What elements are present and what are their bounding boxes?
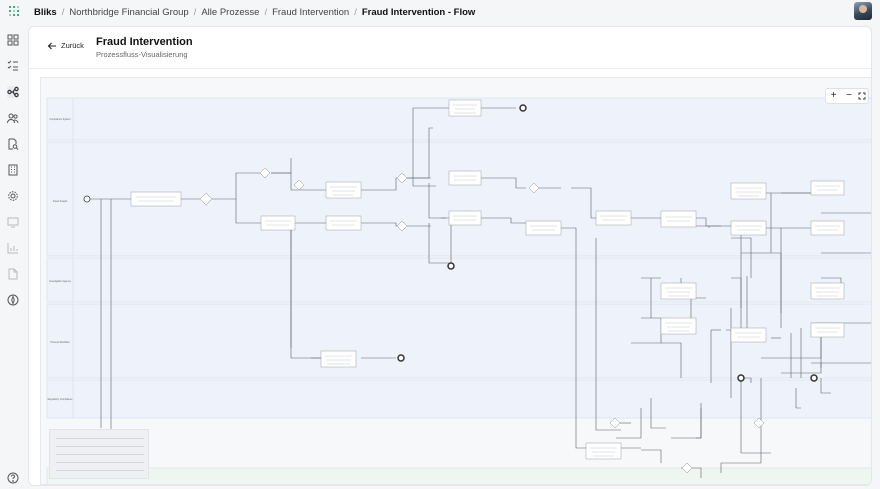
bliks-logo-icon[interactable] bbox=[8, 5, 22, 19]
back-button[interactable]: Zurück bbox=[47, 41, 84, 50]
dashboard-icon[interactable] bbox=[7, 34, 19, 46]
minimap-line bbox=[56, 462, 144, 463]
document-icon[interactable] bbox=[7, 268, 19, 280]
breadcrumb-separator: / bbox=[61, 6, 65, 18]
user-avatar[interactable] bbox=[854, 2, 872, 20]
lane-label: Fraud Analyst bbox=[53, 200, 68, 203]
flow-diagram[interactable]: Compliance System Fraud Analyst Investig… bbox=[41, 78, 872, 485]
main-card: Zurück Fraud Intervention Prozessfluss-V… bbox=[28, 26, 872, 486]
breadcrumb-separator: / bbox=[193, 6, 197, 18]
breadcrumb-separator: / bbox=[264, 6, 268, 18]
swimlanes bbox=[46, 97, 871, 484]
flow-canvas[interactable]: Compliance System Fraud Analyst Investig… bbox=[40, 77, 872, 485]
breadcrumb-item-process[interactable]: Fraud Intervention bbox=[272, 7, 349, 18]
page-subtitle: Prozessfluss-Visualisierung bbox=[96, 50, 188, 59]
zoom-out-button[interactable]: − bbox=[843, 89, 855, 103]
breadcrumb-item-current: Fraud Intervention - Flow bbox=[361, 6, 476, 18]
fit-view-icon[interactable] bbox=[858, 92, 866, 100]
zoom-in-button[interactable]: + bbox=[828, 89, 840, 103]
search-doc-icon[interactable] bbox=[7, 138, 19, 150]
list-check-icon[interactable] bbox=[7, 60, 19, 72]
minimap-line bbox=[56, 470, 144, 471]
minimap[interactable] bbox=[49, 429, 149, 479]
arrow-left-icon bbox=[47, 42, 56, 49]
lane-label: Regulatory Compliance bbox=[48, 398, 74, 401]
help-icon[interactable] bbox=[7, 472, 19, 484]
page-header: Zurück Fraud Intervention Prozessfluss-V… bbox=[29, 27, 871, 69]
breadcrumb: Bliks / Northbridge Financial Group / Al… bbox=[34, 7, 475, 18]
back-label: Zurück bbox=[61, 41, 84, 50]
lane-label: Process Workflow bbox=[50, 341, 69, 344]
minimap-line bbox=[56, 438, 144, 439]
lane-label: Compliance System bbox=[49, 118, 70, 121]
breadcrumb-item-org[interactable]: Northbridge Financial Group bbox=[69, 7, 188, 18]
chart-icon[interactable] bbox=[7, 242, 19, 254]
flow-icon[interactable] bbox=[7, 86, 19, 98]
breadcrumb-separator: / bbox=[354, 6, 357, 18]
minimap-line bbox=[56, 446, 144, 447]
lane-label: Investigation Agency bbox=[49, 280, 72, 283]
building-icon[interactable] bbox=[7, 164, 19, 176]
monitor-icon[interactable] bbox=[7, 216, 19, 228]
breadcrumb-item-all-processes[interactable]: Alle Prozesse bbox=[201, 7, 259, 18]
settings-icon[interactable] bbox=[7, 190, 19, 202]
compass-icon[interactable] bbox=[7, 294, 19, 306]
top-bar: Bliks / Northbridge Financial Group / Al… bbox=[0, 0, 880, 24]
breadcrumb-item-bliks[interactable]: Bliks bbox=[34, 7, 57, 18]
sidebar bbox=[0, 24, 26, 489]
minimap-line bbox=[56, 454, 144, 455]
zoom-controls: + − bbox=[825, 88, 869, 104]
page-title: Fraud Intervention bbox=[96, 36, 193, 48]
app-root: Bliks / Northbridge Financial Group / Al… bbox=[0, 0, 880, 489]
users-icon[interactable] bbox=[7, 112, 19, 124]
